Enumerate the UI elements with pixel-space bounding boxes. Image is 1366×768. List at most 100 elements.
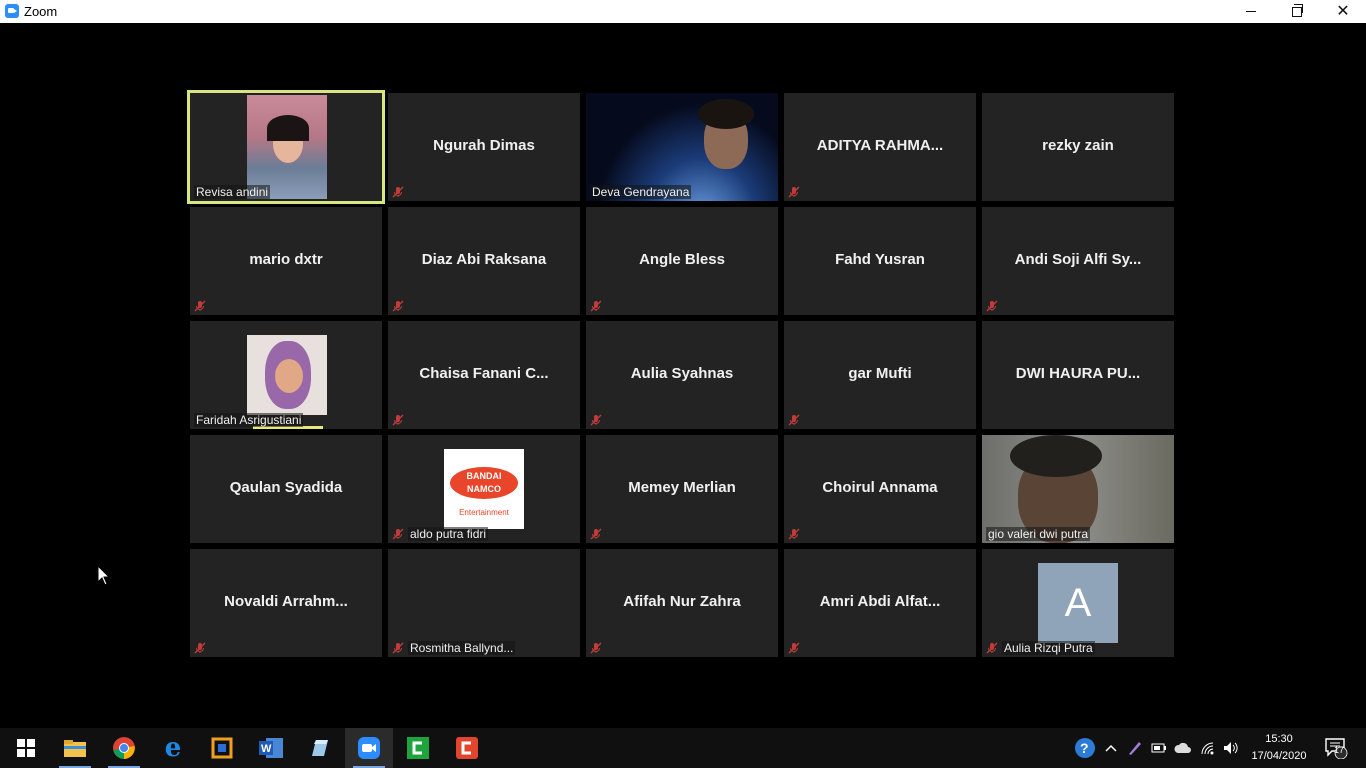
logo-line-2: NAMCO	[467, 484, 501, 494]
participant-tile[interactable]: Novaldi Arrahm...	[190, 549, 382, 657]
windows-start-icon	[17, 739, 35, 757]
volume-tray[interactable]	[1220, 728, 1242, 768]
participant-tile[interactable]: Deva Gendrayana	[586, 93, 778, 201]
taskbar-app-2[interactable]	[296, 728, 344, 768]
bandai-namco-logo: BANDAI NAMCO	[450, 467, 518, 499]
help-icon: ?	[1075, 738, 1095, 758]
participant-video	[247, 95, 327, 199]
participant-name-label: Aulia Rizqi Putra	[1002, 641, 1095, 655]
clock-time: 15:30	[1265, 733, 1293, 745]
muted-mic-icon	[788, 414, 800, 426]
participant-tile[interactable]: mario dxtr	[190, 207, 382, 315]
taskbar-word[interactable]: W	[247, 728, 295, 768]
participant-tile[interactable]: Revisa andini	[187, 90, 385, 204]
action-center[interactable]: 17	[1322, 728, 1350, 768]
participant-tile[interactable]: Diaz Abi Raksana	[388, 207, 580, 315]
participant-tile[interactable]: ADITYA RAHMA...	[784, 93, 976, 201]
file-explorer-icon	[64, 740, 86, 757]
wifi-tray[interactable]	[1197, 728, 1219, 768]
participant-tile[interactable]: Angle Bless	[586, 207, 778, 315]
participant-name: DWI HAURA PU...	[1015, 365, 1141, 382]
muted-mic-icon	[194, 300, 206, 312]
participant-tile[interactable]: BANDAI NAMCO Entertainment aldo putra fidri	[388, 435, 580, 543]
participant-tile[interactable]: Andi Soji Alfi Sy...	[982, 207, 1174, 315]
speaker-icon	[1224, 742, 1238, 754]
chrome-icon	[113, 737, 135, 759]
participant-tile[interactable]: Faridah Asrigustiani	[190, 321, 382, 429]
taskbar-camtasia[interactable]	[394, 728, 442, 768]
notes-app-icon	[312, 740, 328, 756]
muted-mic-icon	[392, 300, 404, 312]
participant-name: Chaisa Fanani C...	[419, 365, 549, 382]
participant-tile[interactable]: gio valeri dwi putra	[982, 435, 1174, 543]
battery-tray[interactable]	[1148, 728, 1170, 768]
logo-line-3: Entertainment	[459, 508, 509, 517]
minimize-button[interactable]	[1228, 0, 1274, 23]
chevron-up-icon	[1105, 744, 1117, 752]
window-title: Zoom	[24, 4, 58, 19]
restore-button[interactable]	[1274, 0, 1320, 23]
red-app-icon	[456, 737, 478, 759]
svg-text:W: W	[261, 743, 272, 755]
participant-name: Novaldi Arrahm...	[224, 593, 348, 610]
close-icon: ✕	[1336, 2, 1350, 20]
onedrive-tray[interactable]	[1172, 728, 1194, 768]
taskbar-app-1[interactable]	[198, 728, 246, 768]
participant-tile[interactable]: DWI HAURA PU...	[982, 321, 1174, 429]
muted-mic-icon	[590, 528, 602, 540]
participant-tile[interactable]: Chaisa Fanani C...	[388, 321, 580, 429]
logo-line-1: BANDAI	[466, 471, 502, 481]
participant-tile[interactable]: Afifah Nur Zahra	[586, 549, 778, 657]
help-tray[interactable]: ?	[1072, 728, 1098, 768]
participant-tile[interactable]: rezky zain	[982, 93, 1174, 201]
participant-tile[interactable]: Aulia Syahnas	[586, 321, 778, 429]
participant-tile[interactable]: Choirul Annama	[784, 435, 976, 543]
participant-tile[interactable]: Rosmitha Ballynd...	[388, 549, 580, 657]
muted-mic-icon	[788, 642, 800, 654]
participant-name-label: gio valeri dwi putra	[986, 527, 1091, 541]
taskbar-edge[interactable]: e	[149, 728, 197, 768]
windows-taskbar: e W ? 15:30 17/04/2020 17	[0, 728, 1366, 768]
cloud-icon	[1174, 742, 1191, 753]
participant-name: Fahd Yusran	[835, 251, 925, 268]
taskbar-zoom[interactable]	[345, 728, 393, 768]
participant-name: Andi Soji Alfi Sy...	[1014, 251, 1142, 268]
muted-mic-icon	[194, 642, 206, 654]
edge-icon: e	[164, 733, 182, 763]
taskbar-file-explorer[interactable]	[51, 728, 99, 768]
participant-name-label: Deva Gendrayana	[590, 185, 692, 199]
participant-video	[247, 335, 327, 415]
minimize-icon	[1246, 11, 1256, 12]
taskbar-clock[interactable]: 15:30 17/04/2020	[1248, 731, 1310, 765]
participant-name: Choirul Annama	[822, 479, 938, 496]
participant-name: ADITYA RAHMA...	[816, 137, 944, 154]
wifi-icon	[1201, 742, 1214, 755]
show-hidden-icons[interactable]	[1100, 728, 1122, 768]
participant-tile[interactable]: Qaulan Syadida	[190, 435, 382, 543]
participant-tile[interactable]: Ngurah Dimas	[388, 93, 580, 201]
muted-mic-icon	[392, 186, 404, 198]
participant-name: Ngurah Dimas	[433, 137, 535, 154]
participant-name-label: Revisa andini	[194, 185, 271, 199]
participant-name: Angle Bless	[639, 251, 725, 268]
taskbar-chrome[interactable]	[100, 728, 148, 768]
taskbar-app-3[interactable]	[443, 728, 491, 768]
zoom-icon	[358, 737, 380, 759]
participant-tile[interactable]: gar Mufti	[784, 321, 976, 429]
pen-tray[interactable]	[1124, 728, 1146, 768]
start-button[interactable]	[2, 728, 50, 768]
participant-name: Amri Abdi Alfat...	[819, 593, 941, 610]
participant-tile[interactable]: Amri Abdi Alfat...	[784, 549, 976, 657]
participant-tile[interactable]: Fahd Yusran	[784, 207, 976, 315]
participant-tile[interactable]: A Aulia Rizqi Putra	[982, 549, 1174, 657]
muted-mic-icon	[986, 300, 998, 312]
participant-name-label: Faridah Asrigustiani	[194, 413, 304, 427]
participant-tile[interactable]: Memey Merlian	[586, 435, 778, 543]
close-button[interactable]: ✕	[1320, 0, 1366, 23]
camtasia-icon	[407, 737, 429, 759]
participant-video: BANDAI NAMCO Entertainment	[444, 449, 524, 529]
muted-mic-icon	[590, 642, 602, 654]
muted-mic-icon	[788, 186, 800, 198]
participant-name: rezky zain	[1042, 137, 1114, 154]
muted-mic-icon	[788, 528, 800, 540]
